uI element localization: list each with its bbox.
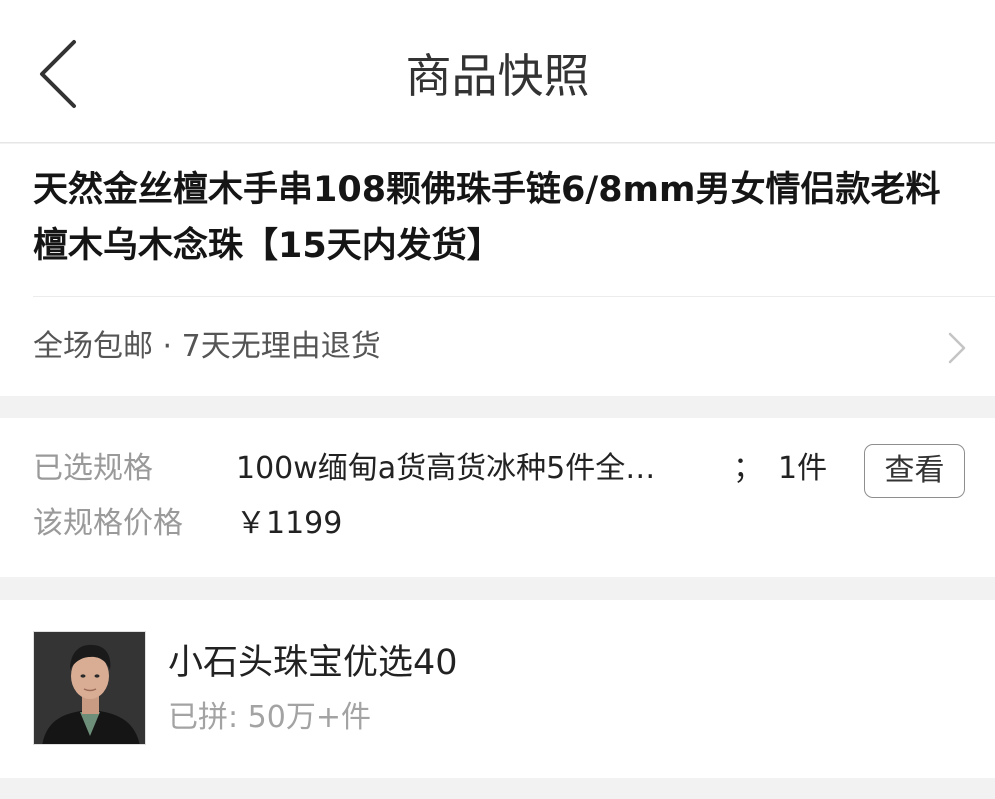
spec-price-label: 该规格价格 bbox=[33, 506, 183, 541]
chevron-right-icon bbox=[948, 332, 966, 364]
top-nav-bar: 商品快照 bbox=[0, 0, 995, 143]
selected-spec-value: 100w缅甸a货高货冰种5件全… bbox=[236, 451, 656, 486]
product-info-card: 天然金丝檀木手串108颗佛珠手链6/8mm男女情侣款老料檀木乌木念珠【15天内发… bbox=[0, 144, 995, 396]
selected-spec-label: 已选规格 bbox=[33, 451, 153, 486]
service-guarantee-row[interactable]: 全场包邮 · 7天无理由退货 bbox=[0, 297, 995, 396]
page-title: 商品快照 bbox=[405, 49, 590, 103]
spec-card: 已选规格 100w缅甸a货高货冰种5件全… ； 1件 查看 该规格价格 ￥119… bbox=[0, 418, 995, 577]
shop-card[interactable]: 小石头珠宝优选40 已拼: 50万+件 bbox=[0, 600, 995, 778]
spec-separator: ； bbox=[733, 451, 763, 486]
view-spec-button[interactable]: 查看 bbox=[864, 444, 965, 498]
shop-name[interactable]: 小石头珠宝优选40 bbox=[168, 638, 458, 688]
product-title: 天然金丝檀木手串108颗佛珠手链6/8mm男女情侣款老料檀木乌木念珠【15天内发… bbox=[33, 170, 941, 266]
spec-price-value: ￥1199 bbox=[236, 506, 343, 541]
service-guarantee-text: 全场包邮 · 7天无理由退货 bbox=[33, 329, 381, 364]
shop-avatar[interactable] bbox=[33, 631, 146, 745]
avatar-image bbox=[34, 632, 145, 744]
spec-quantity: 1件 bbox=[778, 451, 828, 486]
shop-sold-count: 已拼: 50万+件 bbox=[168, 700, 371, 735]
